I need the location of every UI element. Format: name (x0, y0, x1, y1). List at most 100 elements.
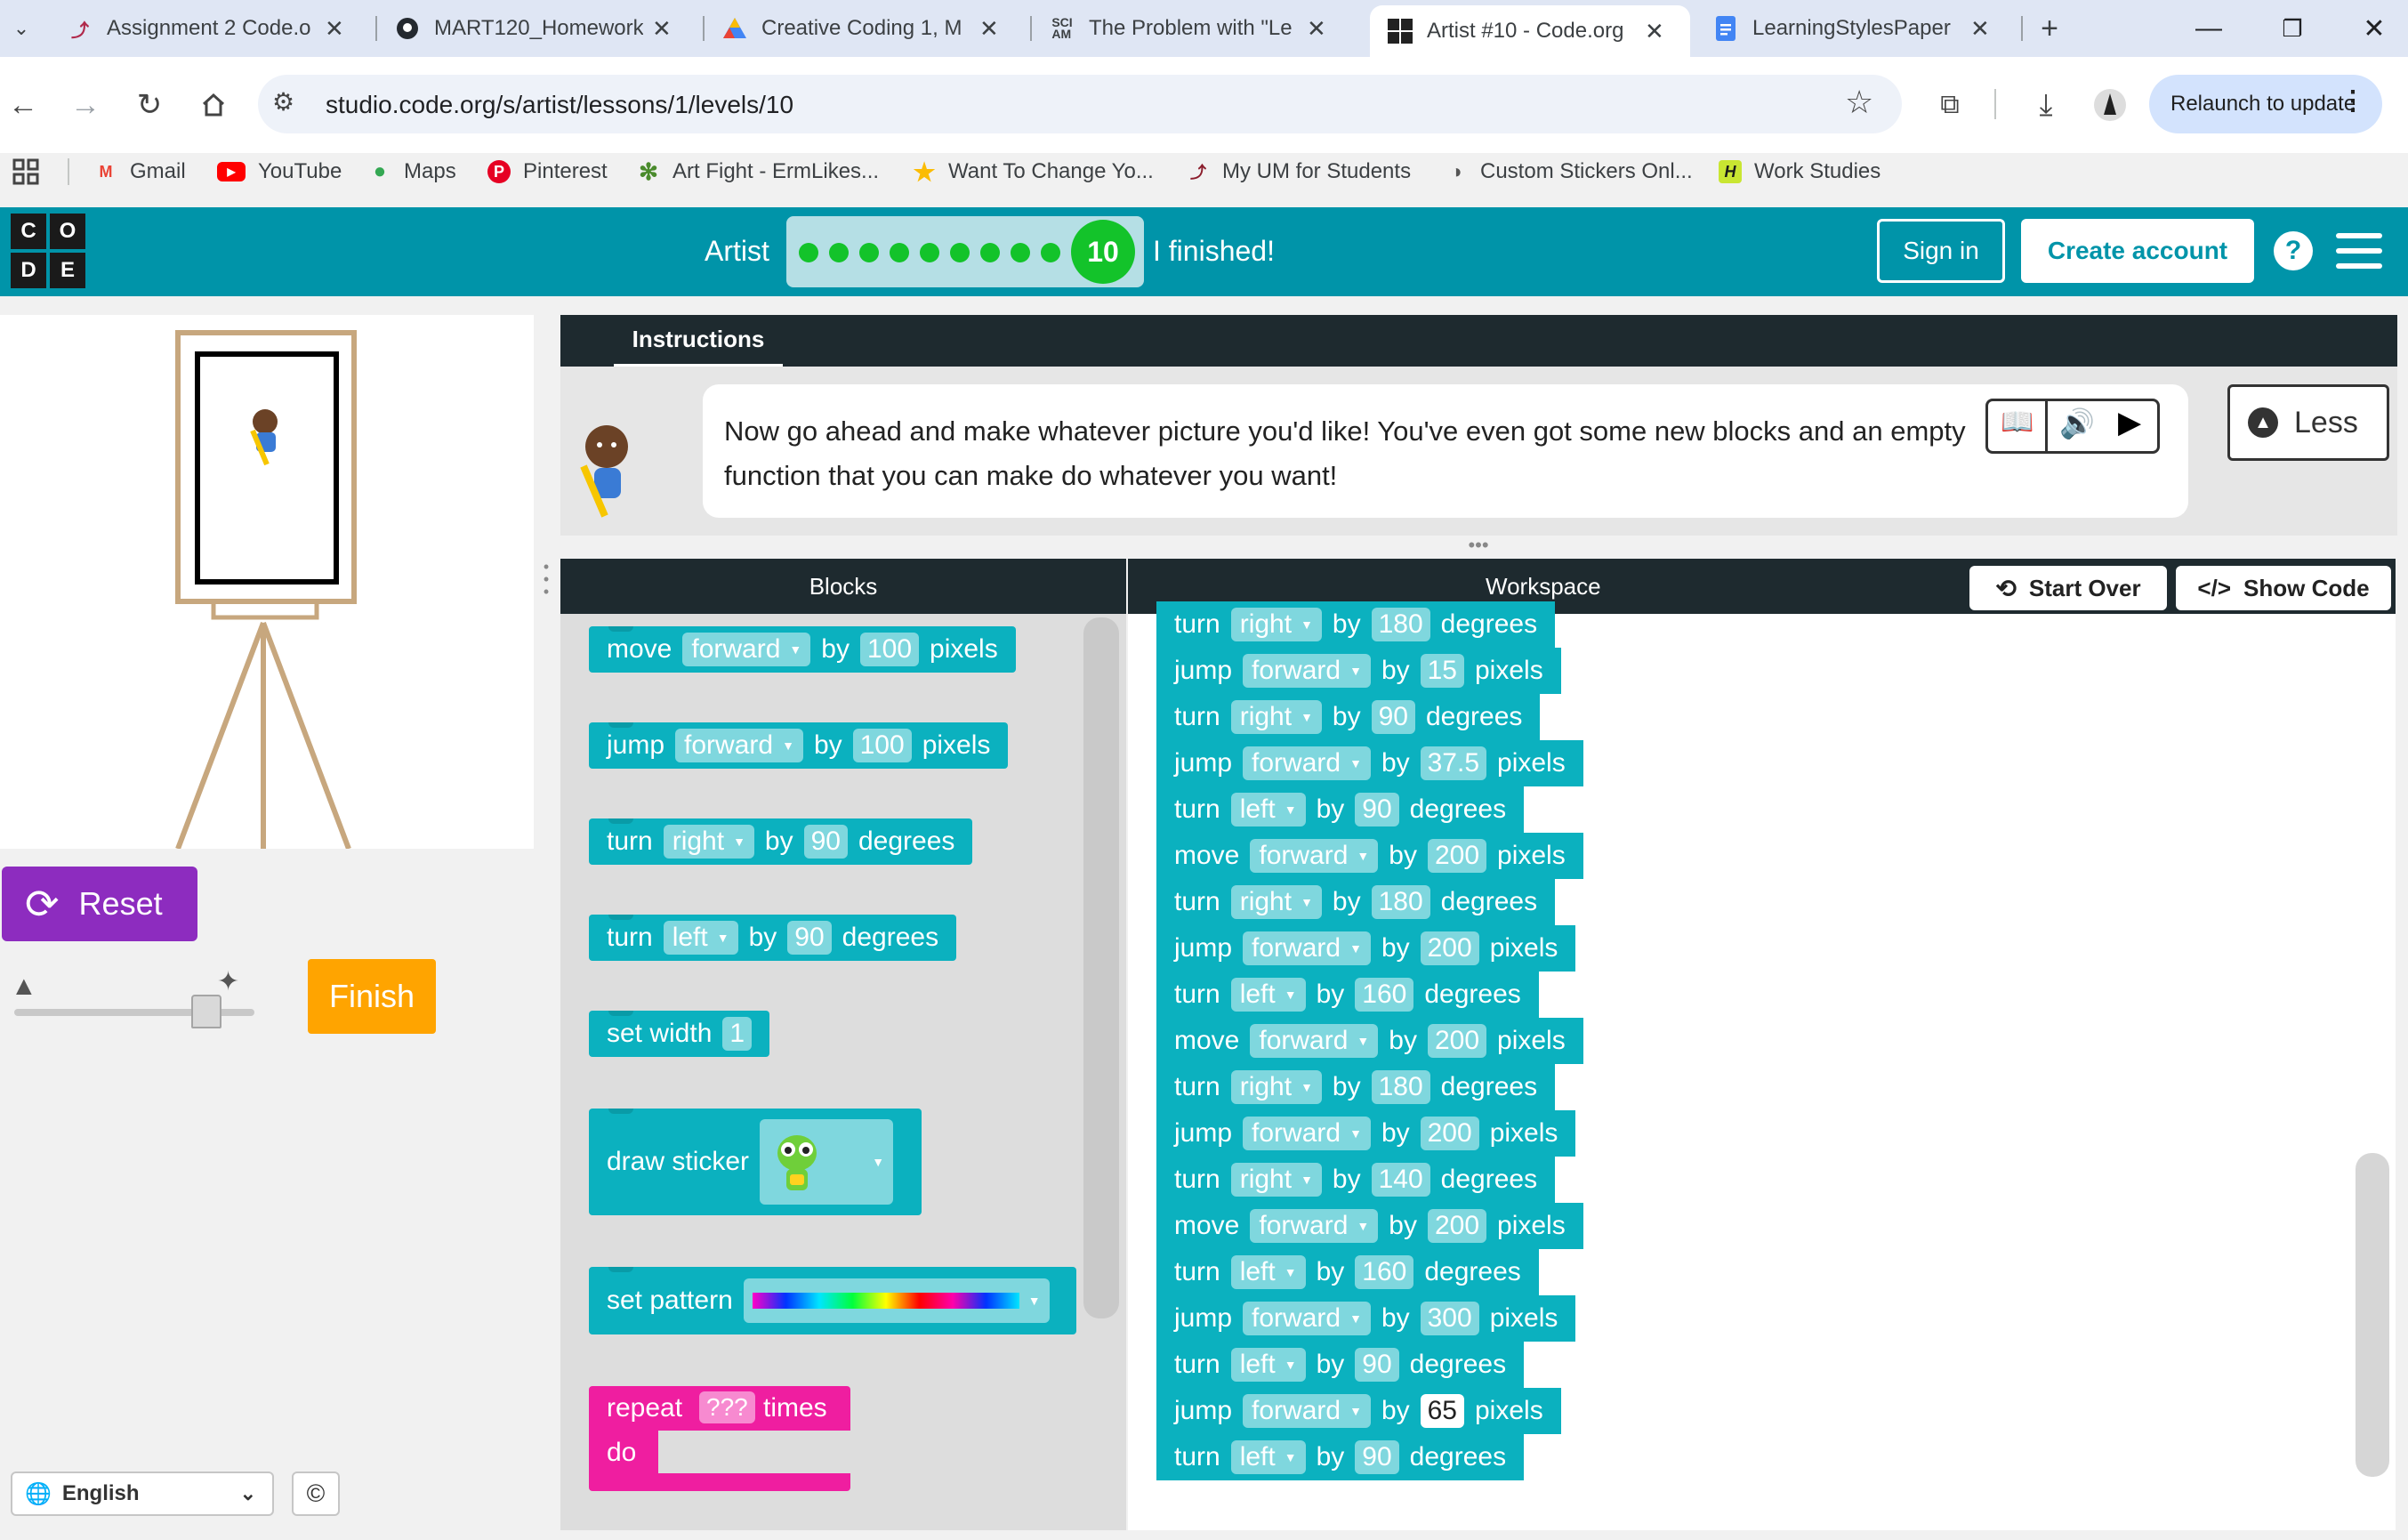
direction-dropdown[interactable]: forward ▼ (1243, 1117, 1371, 1150)
value-field[interactable]: 90 (1355, 793, 1399, 826)
workspace-jump-block[interactable]: jump forward ▼ by 200 pixels (1156, 1110, 1576, 1157)
workspace-turn-block[interactable]: turn left ▼ by 90 degrees (1156, 1342, 1525, 1388)
direction-dropdown[interactable]: right ▼ (1230, 1163, 1322, 1197)
workspace-move-block[interactable]: move forward ▼ by 200 pixels (1156, 833, 1583, 879)
tab-learning-styles[interactable]: LearningStylesPaper ✕ (1695, 5, 2016, 52)
value-field[interactable]: 65 (1420, 1394, 1464, 1428)
direction-dropdown[interactable]: forward ▼ (1243, 654, 1371, 688)
progress-dot[interactable] (799, 243, 818, 262)
bookmark-gmail[interactable]: M Gmail (94, 155, 186, 189)
bookmark-art-fight[interactable]: ✻ Art Fight - ErmLikes... (637, 155, 879, 189)
progress-dot[interactable] (1041, 243, 1060, 262)
less-button[interactable]: ▲ Less (2227, 384, 2389, 461)
progress-dot[interactable] (1011, 243, 1030, 262)
star-icon[interactable]: ☆ (1845, 84, 1873, 121)
direction-dropdown[interactable]: forward ▼ (1243, 746, 1371, 780)
bookmark-custom-stickers[interactable]: ◑ Custom Stickers Onl... (1445, 155, 1692, 189)
tab-instructions[interactable]: Instructions (614, 315, 783, 367)
direction-dropdown[interactable]: forward ▼ (1250, 1209, 1379, 1243)
value-field[interactable]: 140 (1371, 1163, 1430, 1197)
toolbox-repeat-block[interactable]: repeat ??? times do (589, 1386, 850, 1491)
workspace-turn-block[interactable]: turn left ▼ by 160 degrees (1156, 1249, 1539, 1295)
site-info-icon[interactable]: ⚙ (272, 87, 294, 117)
back-button[interactable]: ← (2, 84, 44, 126)
direction-dropdown[interactable]: forward ▼ (675, 729, 803, 762)
value-field[interactable]: 37.5 (1420, 746, 1487, 780)
toolbox-jump-block[interactable]: jump forward ▼ by 100 pixels (589, 722, 1009, 769)
create-account-button[interactable]: Create account (2021, 219, 2254, 283)
bookmark-want-to-change[interactable]: ★ Want To Change Yo... (913, 155, 1153, 189)
home-button[interactable] (192, 84, 235, 126)
omnibox[interactable]: ⚙ studio.code.org/s/artist/lessons/1/lev… (258, 75, 1902, 133)
close-icon[interactable]: ✕ (1970, 15, 1990, 43)
workspace-turn-block[interactable]: turn right ▼ by 180 degrees (1156, 879, 1556, 925)
workspace-turn-block[interactable]: turn left ▼ by 90 degrees (1156, 1434, 1525, 1480)
help-icon[interactable]: ? (2274, 231, 2313, 270)
current-level-badge[interactable]: 10 (1071, 220, 1135, 284)
value-field[interactable]: 90 (1355, 1348, 1399, 1382)
direction-dropdown[interactable]: forward ▼ (1243, 931, 1371, 965)
relaunch-button[interactable]: Relaunch to update ⋮ (2149, 75, 2382, 133)
value-field[interactable]: 200 (1427, 1024, 1487, 1058)
progress-dot[interactable] (829, 243, 849, 262)
forward-button[interactable]: → (64, 84, 107, 126)
toolbox-scrollbar[interactable] (1083, 617, 1119, 1318)
slider-thumb[interactable] (191, 995, 221, 1028)
tab-sciam[interactable]: SCI AM The Problem with "Le ✕ (1032, 5, 1352, 52)
tab-github[interactable]: MART120_Homework ✕ (377, 5, 697, 52)
value-field[interactable]: 100 (852, 729, 912, 762)
close-icon[interactable]: ✕ (652, 15, 672, 43)
value-field[interactable]: 90 (787, 921, 832, 955)
workspace-turn-block[interactable]: turn right ▼ by 140 degrees (1156, 1157, 1556, 1203)
play-icon[interactable]: ▶ (2118, 405, 2141, 440)
value-field[interactable]: 160 (1355, 1255, 1414, 1289)
progress-dot[interactable] (890, 243, 909, 262)
progress-dot[interactable] (980, 243, 1000, 262)
new-tab-button[interactable]: + (2030, 9, 2069, 48)
toolbox-turn-left-block[interactable]: turn left ▼ by 90 degrees (589, 915, 957, 961)
minimize-button[interactable]: — (2178, 7, 2240, 50)
progress-dot[interactable] (920, 243, 939, 262)
close-icon[interactable]: ✕ (325, 15, 344, 43)
reload-button[interactable]: ↻ (128, 84, 171, 126)
workspace-turn-block[interactable]: turn left ▼ by 90 degrees (1156, 786, 1525, 833)
show-code-button[interactable]: </> Show Code (2176, 566, 2391, 610)
value-field[interactable]: 15 (1420, 654, 1464, 688)
value-field[interactable]: 100 (859, 633, 920, 666)
bookmark-my-um[interactable]: ⤴ My UM for Students (1187, 155, 1411, 189)
finished-link[interactable]: I finished! (1153, 235, 1275, 268)
value-field[interactable]: 200 (1420, 931, 1479, 965)
speaker-icon[interactable]: 🔊 (2059, 407, 2095, 440)
repeat-count-field[interactable]: ??? (699, 1391, 755, 1423)
toolbox-move-block[interactable]: move forward ▼ by 100 pixels (589, 626, 1016, 673)
direction-dropdown[interactable]: left ▼ (1230, 978, 1306, 1012)
workspace-jump-block[interactable]: jump forward ▼ by 300 pixels (1156, 1295, 1576, 1342)
sign-in-button[interactable]: Sign in (1877, 219, 2005, 283)
direction-dropdown[interactable]: left ▼ (663, 921, 738, 955)
workspace-jump-block[interactable]: jump forward ▼ by 37.5 pixels (1156, 740, 1583, 786)
direction-dropdown[interactable]: forward ▼ (1250, 839, 1379, 873)
value-field[interactable]: 90 (1371, 700, 1415, 734)
pattern-dropdown[interactable]: ▼ (743, 1278, 1050, 1323)
value-field[interactable]: 180 (1371, 608, 1430, 641)
bookmark-pinterest[interactable]: P Pinterest (487, 155, 608, 189)
value-field[interactable]: 300 (1420, 1302, 1479, 1335)
workspace-turn-block[interactable]: turn right ▼ by 90 degrees (1156, 694, 1541, 740)
value-field[interactable]: 180 (1371, 885, 1430, 919)
workspace-jump-block[interactable]: jump forward ▼ by 65 pixels (1156, 1388, 1561, 1434)
toolbox-turn-right-block[interactable]: turn right ▼ by 90 degrees (589, 818, 973, 865)
hamburger-menu-icon[interactable] (2336, 233, 2382, 269)
value-field[interactable]: 1 (722, 1017, 753, 1051)
direction-dropdown[interactable]: right ▼ (663, 825, 754, 859)
value-field[interactable]: 160 (1355, 978, 1414, 1012)
toolbox-set-width-block[interactable]: set width 1 (589, 1011, 770, 1057)
codeorg-logo[interactable]: C O D E (11, 214, 89, 290)
profile-avatar[interactable] (2089, 84, 2131, 126)
bookmark-work-studies[interactable]: H Work Studies (1719, 155, 1880, 189)
speed-slider[interactable]: ▲ ✦ (11, 967, 260, 1028)
direction-dropdown[interactable]: left ▼ (1230, 1255, 1306, 1289)
more-menu-icon[interactable]: ⋮ (2340, 85, 2366, 117)
workspace-jump-block[interactable]: jump forward ▼ by 200 pixels (1156, 925, 1576, 972)
direction-dropdown[interactable]: forward ▼ (1250, 1024, 1379, 1058)
direction-dropdown[interactable]: left ▼ (1230, 793, 1306, 826)
